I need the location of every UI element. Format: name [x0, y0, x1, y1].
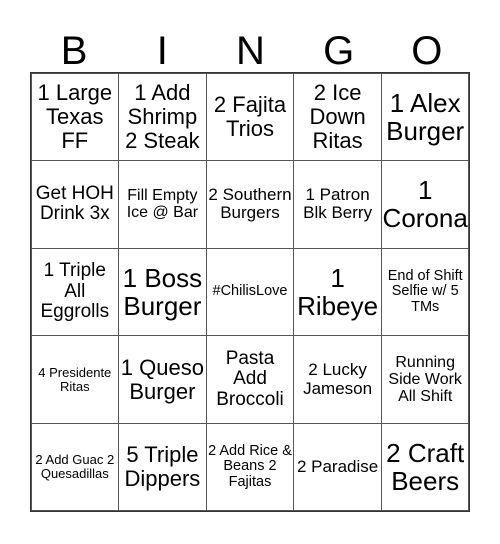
- bingo-cell[interactable]: 1 Ribeye: [293, 247, 382, 337]
- header-letter-n: N: [236, 29, 265, 73]
- bingo-header: B I N G O: [30, 30, 471, 72]
- bingo-cell[interactable]: 5 Triple Dippers: [118, 422, 207, 512]
- bingo-cell[interactable]: 2 Add Rice & Beans 2 Fajitas: [205, 422, 295, 512]
- bingo-cell[interactable]: 2 Fajita Trios: [205, 72, 295, 162]
- header-letter-g: G: [323, 29, 355, 73]
- bingo-cell[interactable]: 2 Lucky Jameson: [293, 335, 382, 424]
- bingo-cell[interactable]: 2 Craft Beers: [380, 422, 470, 512]
- bingo-cell[interactable]: 1 Patron Blk Berry: [293, 160, 382, 249]
- bingo-cell[interactable]: 2 Add Guac 2 Quesadillas: [30, 422, 120, 512]
- bingo-cell[interactable]: 2 Paradise: [293, 422, 382, 512]
- free-space-cell[interactable]: #ChilisLove: [205, 247, 295, 337]
- header-letter-i: I: [156, 29, 168, 73]
- bingo-cell[interactable]: 4 Presidente Ritas: [30, 335, 120, 424]
- bingo-cell[interactable]: 1 Alex Burger: [380, 72, 470, 162]
- bingo-cell[interactable]: Pasta Add Broccoli: [205, 335, 295, 424]
- bingo-cell[interactable]: 1 Triple All Eggrolls: [30, 247, 120, 337]
- bingo-cell[interactable]: Running Side Work All Shift: [380, 335, 470, 424]
- bingo-cell[interactable]: 2 Ice Down Ritas: [293, 72, 382, 162]
- header-letter-o: O: [411, 29, 443, 73]
- bingo-cell[interactable]: 1 Large Texas FF: [30, 72, 120, 162]
- bingo-cell[interactable]: 1 Corona: [380, 160, 470, 249]
- bingo-cell[interactable]: End of Shift Selfie w/ 5 TMs: [380, 247, 470, 337]
- bingo-cell[interactable]: Get HOH Drink 3x: [30, 160, 120, 249]
- bingo-cell[interactable]: 1 Queso Burger: [118, 335, 207, 424]
- bingo-board: 1 Large Texas FF 1 Add Shrimp 2 Steak 2 …: [30, 72, 470, 512]
- bingo-cell[interactable]: Fill Empty Ice @ Bar: [118, 160, 207, 249]
- bingo-cell[interactable]: 2 Southern Burgers: [205, 160, 295, 249]
- bingo-cell[interactable]: 1 Add Shrimp 2 Steak: [118, 72, 207, 162]
- header-letter-b: B: [60, 29, 88, 73]
- bingo-cell[interactable]: 1 Boss Burger: [118, 247, 207, 337]
